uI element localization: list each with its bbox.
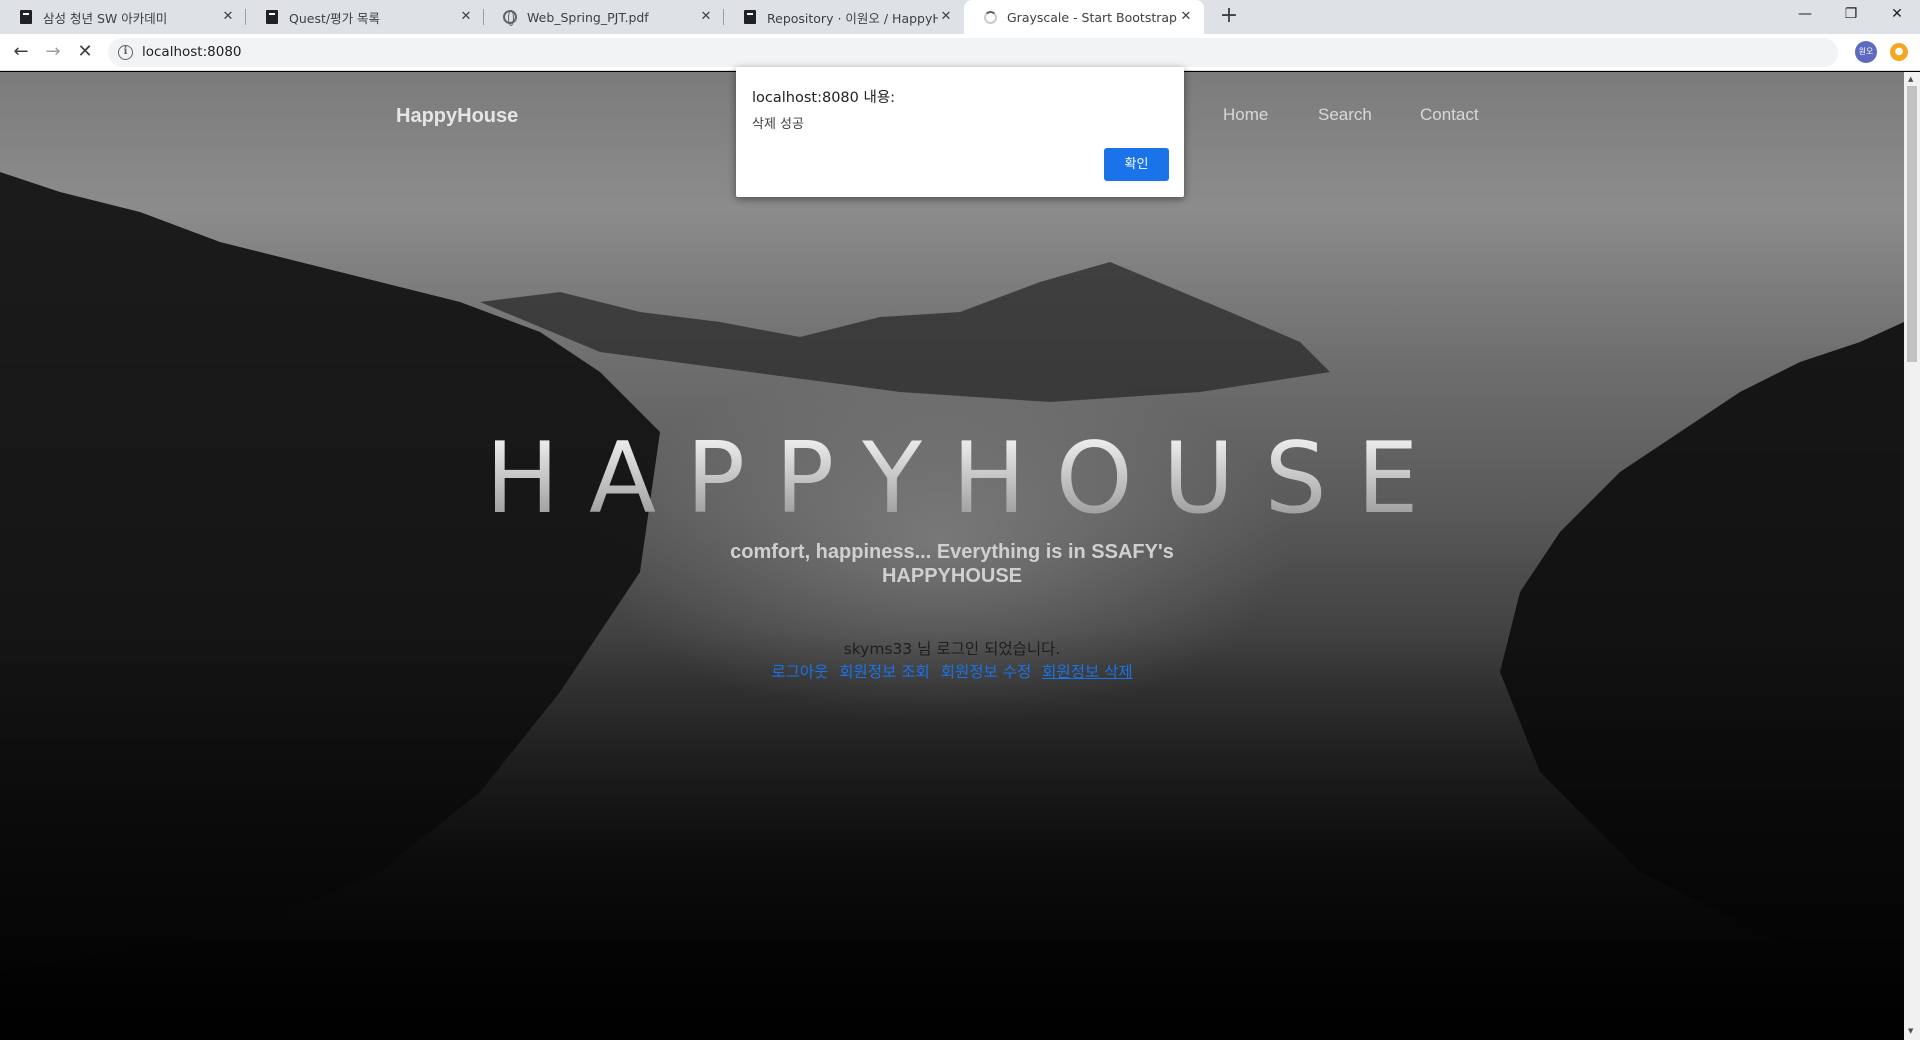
tab-title: Quest/평가 목록 — [289, 10, 381, 26]
address-bar[interactable]: i localhost:8080 ☆ — [108, 38, 1838, 67]
hero-title: HAPPYHOUSE — [0, 422, 1904, 536]
close-icon[interactable]: ✕ — [698, 9, 714, 25]
member-info-edit-link[interactable]: 회원정보 수정 — [941, 663, 1032, 681]
tab-grayscale[interactable]: Grayscale - Start Bootstrap The ✕ — [964, 0, 1204, 34]
new-tab-button[interactable]: + — [1216, 4, 1242, 30]
scroll-up-arrow-icon[interactable]: ▲ — [1908, 75, 1913, 83]
back-button[interactable]: ← — [7, 39, 35, 67]
url-text[interactable]: localhost:8080 — [142, 44, 242, 60]
scroll-thumb[interactable] — [1907, 86, 1917, 362]
globe-icon — [502, 9, 518, 26]
tab-title: Grayscale - Start Bootstrap The — [1007, 9, 1178, 25]
nav-search[interactable]: Search — [1318, 105, 1372, 125]
tab-title: 삼성 청년 SW 아카데미 — [43, 10, 168, 26]
tab-pdf[interactable]: Web_Spring_PJT.pdf ✕ — [484, 0, 724, 34]
book-icon — [264, 9, 280, 25]
tab-repository[interactable]: Repository · 이원오 / HappyHou ✕ — [724, 0, 964, 34]
tab-quest-list[interactable]: Quest/평가 목록 ✕ — [246, 0, 484, 34]
close-icon[interactable]: ✕ — [458, 9, 474, 25]
dialog-message: 삭제 성공 — [752, 117, 804, 132]
close-icon[interactable]: ✕ — [220, 9, 236, 25]
member-info-view-link[interactable]: 회원정보 조회 — [839, 663, 930, 681]
scroll-down-arrow-icon[interactable]: ▼ — [1908, 1027, 1913, 1035]
dialog-title: localhost:8080 내용: — [752, 90, 896, 106]
logout-link[interactable]: 로그아웃 — [771, 663, 828, 681]
nav-home[interactable]: Home — [1223, 105, 1268, 125]
close-icon[interactable]: ✕ — [1178, 9, 1194, 25]
browser-toolbar: ← → ✕ i localhost:8080 ☆ 원오 ● — [0, 34, 1920, 71]
book-icon — [18, 9, 34, 25]
restore-button[interactable]: ❐ — [1828, 0, 1874, 30]
nav-contact[interactable]: Contact — [1420, 105, 1479, 125]
login-welcome-text: skyms33 님 로그인 되었습니다. — [843, 640, 1061, 658]
tab-title: Repository · 이원오 / HappyHou — [767, 10, 938, 26]
hero-subtitle: comfort, happiness... Everything is in S… — [730, 541, 1174, 587]
loading-spinner-icon — [982, 9, 998, 25]
book-icon — [742, 9, 758, 25]
alert-dialog: localhost:8080 내용: 삭제 성공 확인 — [736, 67, 1184, 197]
stop-loading-button[interactable]: ✕ — [71, 39, 99, 67]
member-info-delete-link[interactable]: 회원정보 삭제 — [1042, 663, 1133, 681]
extension-icon[interactable]: ● — [1890, 43, 1908, 61]
brand-logo[interactable]: HappyHouse — [396, 105, 518, 128]
forward-button[interactable]: → — [39, 39, 67, 67]
close-window-button[interactable]: ✕ — [1874, 0, 1920, 30]
tab-title: Web_Spring_PJT.pdf — [527, 9, 649, 25]
minimize-button[interactable]: — — [1782, 0, 1828, 30]
tab-strip: 삼성 청년 SW 아카데미 ✕ Quest/평가 목록 ✕ Web_Spring… — [0, 0, 1920, 34]
dialog-ok-button[interactable]: 확인 — [1104, 148, 1169, 181]
info-icon[interactable]: i — [118, 45, 133, 60]
member-links: 로그아웃 회원정보 조회 회원정보 수정 회원정보 삭제 — [0, 660, 1904, 682]
page-viewport: HappyHouse Home Search Contact HAPPYHOUS… — [0, 72, 1904, 1040]
close-icon[interactable]: ✕ — [938, 9, 954, 25]
page-scrollbar[interactable]: ▲ ▼ — [1904, 72, 1920, 1040]
profile-avatar[interactable]: 원오 — [1855, 41, 1877, 63]
tab-ssafy-academy[interactable]: 삼성 청년 SW 아카데미 ✕ — [0, 0, 246, 34]
